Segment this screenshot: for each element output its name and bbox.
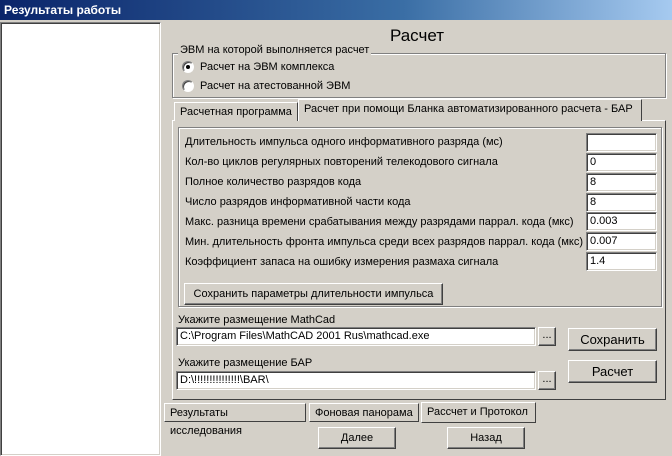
bar-path-label: Укажите размещение БАР <box>178 357 313 369</box>
computer-group-legend: ЭВМ на которой выполняется расчет <box>178 44 372 56</box>
window-title: Результаты работы <box>0 0 672 20</box>
param-input-info-bits[interactable]: 8 <box>586 193 657 212</box>
tab-research-results[interactable]: Результаты исследования <box>164 403 306 437</box>
param-input-total-bits[interactable]: 8 <box>586 173 657 192</box>
save-button[interactable]: Сохранить <box>568 328 657 351</box>
tab-calc-protocol[interactable]: Рассчет и Протокол <box>421 402 536 423</box>
calc-button[interactable]: Расчет <box>568 360 657 383</box>
param-label-max-time-diff: Макс. разница времени срабатывания между… <box>185 216 574 228</box>
radio-button[interactable] <box>182 61 194 73</box>
radio-option-certified[interactable]: Расчет на атестованной ЭВМ <box>182 80 482 94</box>
param-label-repeat-cycles: Кол-во циклов регулярных повторений теле… <box>185 156 498 168</box>
param-label-min-front: Мин. длительность фронта импульса среди … <box>185 236 583 248</box>
param-input-repeat-cycles[interactable]: 0 <box>586 153 657 172</box>
page-title: Расчет <box>389 26 445 45</box>
param-input-margin-coef[interactable]: 1.4 <box>586 252 657 271</box>
param-label-info-bits: Число разрядов информативной части кода <box>185 196 411 208</box>
bar-path-input[interactable]: D:\!!!!!!!!!!!!!!!\BAR\ <box>176 371 536 390</box>
mathcad-path-input[interactable]: C:\Program Files\MathCAD 2001 Rus\mathca… <box>176 327 536 346</box>
radio-button[interactable] <box>182 80 194 92</box>
param-input-max-time-diff[interactable]: 0.003 <box>586 212 657 231</box>
param-label-pulse-duration: Длительность импульса одного информативн… <box>185 136 503 148</box>
tab-calc-program[interactable]: Расчетная программа <box>174 102 298 121</box>
results-list-panel[interactable] <box>0 22 161 456</box>
param-label-total-bits: Полное количество разрядов кода <box>185 176 362 188</box>
param-input-pulse-duration[interactable] <box>586 133 657 152</box>
tab-bar-calc[interactable]: Расчет при помощи Бланка автоматизирован… <box>298 99 642 121</box>
param-label-margin-coef: Коэффициент запаса на ошибку измерения р… <box>185 256 499 268</box>
next-button[interactable]: Далее <box>318 427 396 449</box>
mathcad-path-label: Укажите размещение MathCad <box>178 314 336 326</box>
save-pulse-params-button[interactable]: Сохранить параметры длительности импульс… <box>184 283 443 305</box>
radio-option-complex[interactable]: Расчет на ЭВМ комплекса <box>182 61 482 75</box>
param-input-min-front[interactable]: 0.007 <box>586 232 657 251</box>
radio-label: Расчет на ЭВМ комплекса <box>200 61 335 73</box>
tab-background-panorama[interactable]: Фоновая панорама <box>309 403 419 422</box>
bar-browse-button[interactable]: ... <box>538 371 556 390</box>
back-button[interactable]: Назад <box>447 427 525 449</box>
mathcad-browse-button[interactable]: ... <box>538 327 556 346</box>
radio-label: Расчет на атестованной ЭВМ <box>200 80 351 92</box>
